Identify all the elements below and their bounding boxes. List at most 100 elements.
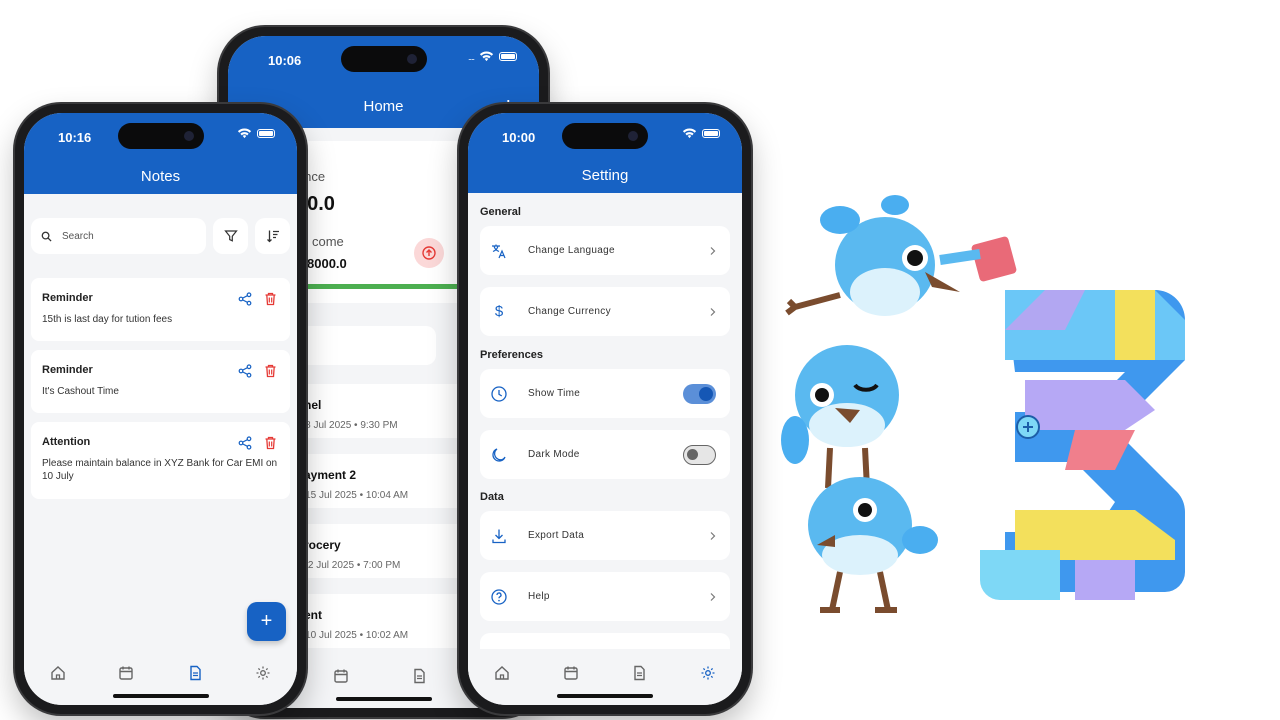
settings-icon[interactable] (700, 665, 716, 681)
export-data-item[interactable]: Export Data (480, 511, 730, 560)
status-icons (237, 128, 275, 139)
export-data-label: Export Data (528, 530, 585, 541)
moon-icon (492, 447, 506, 462)
page-title: Setting (581, 167, 629, 184)
delete-icon[interactable] (264, 292, 277, 306)
translate-icon (492, 244, 506, 258)
transaction-date: t, 12 Jul 2025 • 7:00 PM (294, 560, 401, 571)
status-icons: .... (468, 51, 517, 62)
note-actions (238, 292, 277, 306)
page-title: Notes (140, 168, 181, 185)
transaction-name: ent (304, 608, 322, 622)
filter-button[interactable] (213, 218, 248, 254)
search-icon (41, 231, 52, 242)
home-icon[interactable] (50, 665, 66, 681)
note-card[interactable]: Reminder It's Cashout Time (31, 350, 290, 413)
search-row: Search (31, 218, 290, 254)
wifi-icon (479, 51, 494, 62)
help-icon (491, 588, 507, 605)
clock-icon (491, 385, 507, 402)
transaction-date: , 18 Jul 2025 • 9:30 PM (294, 420, 398, 431)
home-indicator (335, 697, 432, 701)
dark-mode-item: Dark Mode (480, 430, 730, 479)
note-card[interactable]: Attention Please maintain balance in XYZ … (31, 422, 290, 499)
change-language-label: Change Language (528, 245, 615, 256)
dynamic-island (340, 46, 427, 72)
share-icon[interactable] (238, 436, 252, 450)
battery-icon (702, 129, 720, 138)
status-time: 10:16 (58, 130, 92, 145)
share-icon[interactable] (238, 364, 252, 378)
note-body: Please maintain balance in XYZ Bank for … (42, 458, 278, 482)
calendar-icon[interactable] (563, 665, 579, 681)
change-currency-item[interactable]: $ Change Currency (480, 287, 730, 336)
settings-phone: 10:00 Setting General Change Language $ … (459, 104, 751, 714)
battery-icon (499, 52, 517, 61)
notes-icon[interactable] (631, 665, 647, 681)
section-general: General (480, 206, 521, 218)
section-data: Data (480, 491, 504, 503)
dollar-icon: $ (494, 302, 504, 320)
chevron-right-icon (710, 307, 716, 316)
share-icon[interactable] (238, 292, 252, 306)
note-actions (238, 364, 277, 378)
battery-icon (257, 129, 275, 138)
transaction-date: u, 10 Jul 2025 • 10:02 AM (294, 630, 409, 641)
show-time-toggle[interactable] (683, 383, 716, 404)
sort-button[interactable] (255, 218, 290, 254)
search-input[interactable]: Search (31, 218, 206, 254)
income-value: 8000.0 (307, 256, 347, 271)
note-body: It's Cashout Time (42, 386, 119, 397)
chevron-right-icon (710, 246, 716, 255)
add-note-button[interactable]: + (247, 602, 286, 641)
show-time-label: Show Time (528, 388, 581, 399)
status-time: 10:06 (268, 53, 302, 68)
transaction-name: ayment 2 (304, 468, 357, 482)
income-label: come (312, 234, 344, 249)
transaction-name: rocery (304, 538, 341, 552)
arrow-up-circle-icon (422, 246, 436, 260)
note-card[interactable]: Reminder 15th is last day for tution fees (31, 278, 290, 341)
bird-stack (781, 195, 1017, 613)
sort-icon (266, 230, 279, 243)
home-indicator (112, 694, 209, 698)
settings-screen: 10:00 Setting General Change Language $ … (468, 113, 742, 705)
notes-phone: 10:16 Notes Search Reminder 15th is last … (15, 104, 306, 714)
section-preferences: Preferences (480, 349, 543, 361)
dark-mode-label: Dark Mode (528, 449, 580, 460)
mascot-illustration (781, 195, 1185, 613)
expense-indicator (414, 238, 444, 268)
help-item[interactable]: Help (480, 572, 730, 621)
filter-icon (223, 230, 238, 242)
wifi-icon (682, 128, 697, 139)
wifi-icon (237, 128, 252, 139)
calendar-icon[interactable] (333, 668, 349, 684)
transaction-date: e, 15 Jul 2025 • 10:04 AM (294, 490, 409, 501)
transaction-name: nel (304, 398, 322, 412)
dynamic-island (117, 123, 204, 149)
notes-icon[interactable] (411, 668, 427, 684)
notes-screen: 10:16 Notes Search Reminder 15th is last … (24, 113, 297, 705)
status-time: 10:00 (502, 130, 536, 145)
dark-mode-toggle[interactable] (683, 444, 716, 465)
note-body: 15th is last day for tution fees (42, 314, 173, 325)
number-three-graphic (980, 290, 1185, 600)
status-icons (682, 128, 720, 139)
chevron-right-icon (710, 592, 716, 601)
dynamic-island (562, 123, 648, 149)
home-indicator (557, 694, 653, 698)
change-currency-label: Change Currency (528, 306, 611, 317)
help-label: Help (528, 591, 550, 602)
download-icon (492, 529, 506, 543)
calendar-icon[interactable] (118, 665, 134, 681)
home-icon[interactable] (494, 665, 510, 681)
chevron-right-icon (710, 531, 716, 540)
notes-icon[interactable] (187, 665, 203, 681)
note-actions (238, 436, 277, 450)
settings-icon[interactable] (255, 665, 271, 681)
delete-icon[interactable] (264, 436, 277, 450)
change-language-item[interactable]: Change Language (480, 226, 730, 275)
search-placeholder: Search (62, 230, 94, 242)
delete-icon[interactable] (264, 364, 277, 378)
show-time-item: Show Time (480, 369, 730, 418)
